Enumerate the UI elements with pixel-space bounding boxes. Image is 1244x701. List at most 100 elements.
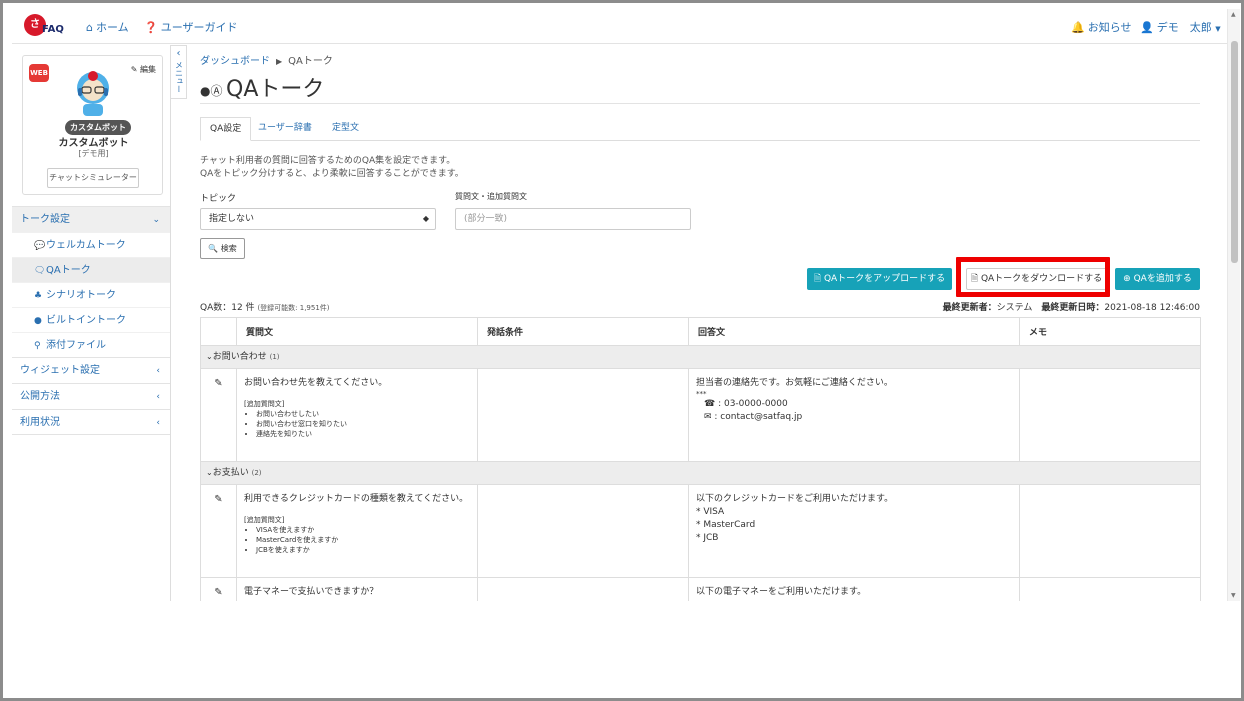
topic-group-cell: ⌄お問い合わせ (1): [200, 345, 1201, 369]
nav-guide-label: ユーザーガイド: [160, 21, 238, 34]
question-cell: お問い合わせ先を教えてください。 [追加質問文] お問い合わせしたいお問い合わせ…: [236, 368, 478, 462]
sidebar-item-attachments[interactable]: ⚲ 添付ファイル: [12, 332, 170, 357]
answer-line: ✉ : contact@satfaq.jp: [704, 412, 803, 422]
select-arrows-icon: ◆: [422, 214, 429, 223]
qa-table: 質問文 発話条件 回答文 メモ ⌄お問い合わせ (1) ✎ お問い合わせ先を教え…: [200, 317, 1201, 601]
caret-right-icon: ▶: [276, 57, 283, 66]
menu-section-publish[interactable]: 公開方法 ‹: [12, 383, 170, 409]
question-filter-label: 質問文・追加質問文: [455, 192, 527, 201]
sidebar-item-welcome-talk[interactable]: 💬ウェルカムトーク: [12, 232, 170, 257]
chevron-left-icon: ‹: [156, 366, 160, 376]
menu-section-label: 公開方法: [20, 391, 60, 402]
menu-section-label: ウィジェット設定: [20, 365, 100, 376]
sidebar-item-label: シナリオトーク: [46, 290, 116, 301]
sidebar-item-label: ビルトイントーク: [46, 315, 126, 326]
plus-circle-icon: ⊕: [1123, 274, 1131, 284]
edit-icon[interactable]: ✎: [214, 378, 222, 389]
breadcrumb-current: QAトーク: [288, 56, 333, 67]
answer-line: ☎ : 03-0000-0000: [704, 399, 788, 409]
user-menu[interactable]: 👤 デモ 太郎 ▼: [1140, 19, 1221, 35]
answer-line: * MasterCard: [696, 520, 756, 530]
question-cell: 利用できるクレジットカードの種類を教えてください。 [追加質問文] VISAを使…: [236, 484, 478, 578]
menu-section-usage[interactable]: 利用状況 ‹: [12, 409, 170, 435]
list-item: VISAを使えますか: [256, 525, 470, 535]
answer-line: * JCB: [696, 533, 719, 543]
nav-guide-link[interactable]: ❓ ユーザーガイド: [144, 19, 237, 35]
condition-cell: [477, 484, 689, 578]
sitemap-icon: ♣: [34, 291, 43, 301]
additional-questions: [追加質問文] お問い合わせしたいお問い合わせ窓口を知りたい連絡先を知りたい: [244, 399, 470, 439]
scroll-down-icon[interactable]: ▼: [1231, 592, 1236, 599]
notifications-link[interactable]: 🔔 お知らせ: [1071, 19, 1131, 35]
nav-home-link[interactable]: ⌂ ホーム: [86, 19, 129, 35]
question-cell: 電子マネーで支払いできますか？: [236, 577, 478, 601]
column-header-condition: 発話条件: [477, 317, 689, 346]
upload-qa-button[interactable]: 🗎 QAトークをアップロードする: [807, 268, 952, 290]
chat-simulator-button[interactable]: チャットシミュレーター: [47, 168, 139, 188]
tab-templates[interactable]: 定型文: [323, 117, 368, 141]
question-text: 電子マネーで支払いできますか？: [244, 587, 379, 597]
description-line: チャット利用者の質問に回答するためのQA集を設定できます。: [200, 156, 456, 166]
tab-bar: QA設定 ユーザー辞書 定型文: [200, 117, 1200, 141]
sidebar-item-qa-talk[interactable]: 🗨QAトーク: [12, 257, 170, 282]
top-navbar: さ FAQ ⌂ ホーム ❓ ユーザーガイド 🔔 お知らせ 👤 デモ 太郎 ▼: [12, 9, 1240, 44]
breadcrumb-dashboard-link[interactable]: ダッシュボード: [200, 56, 270, 67]
bot-subtitle: [デモ用]: [78, 149, 109, 158]
tab-user-dictionary[interactable]: ユーザー辞書: [249, 117, 321, 141]
edit-icon[interactable]: ✎: [214, 494, 222, 505]
list-item: MasterCardを使えますか: [256, 535, 470, 545]
chevron-left-icon: ‹: [176, 48, 181, 59]
edit-profile-link[interactable]: ✎ 編集: [131, 64, 156, 75]
table-row: ✎ 利用できるクレジットカードの種類を教えてください。 [追加質問文] VISA…: [200, 484, 1201, 578]
edit-icon[interactable]: ✎: [214, 587, 222, 598]
search-button[interactable]: 🔍 検索: [200, 238, 245, 259]
chevron-down-icon: ⌄: [206, 352, 213, 361]
column-header-answer: 回答文: [688, 317, 1020, 346]
menu-section-talk-settings[interactable]: トーク設定 ⌄: [12, 206, 170, 232]
vertical-scrollbar[interactable]: ▲ ▼: [1227, 9, 1240, 601]
chevron-left-icon: ‹: [156, 392, 160, 402]
qa-bubbles-icon: ●Ⓐ: [200, 83, 223, 98]
additional-label: [追加質問文]: [244, 400, 285, 408]
list-item: お問い合わせしたい: [256, 409, 470, 419]
add-qa-button[interactable]: ⊕ QAを追加する: [1115, 268, 1200, 290]
column-header-memo: メモ: [1019, 317, 1201, 346]
edit-label: 編集: [140, 65, 156, 74]
additional-label: [追加質問文]: [244, 516, 285, 524]
qa-count-text: QA数：12 件: [200, 303, 255, 313]
bot-name: カスタムボット: [58, 138, 129, 149]
topic-group-count: (1): [269, 353, 280, 361]
search-icon: 🔍: [208, 244, 219, 253]
menu-toggle-label: メニュー: [174, 61, 184, 93]
list-item: JCBを使えますか: [256, 545, 470, 555]
topic-group-row[interactable]: ⌄お問い合わせ (1): [200, 345, 1201, 369]
scrollbar-thumb[interactable]: [1231, 41, 1238, 263]
list-item: お問い合わせ窓口を知りたい: [256, 419, 470, 429]
memo-cell: [1019, 484, 1201, 578]
topic-group-row[interactable]: ⌄お支払い (2): [200, 461, 1201, 485]
paperclip-icon: ⚲: [34, 341, 41, 351]
answer-line: ***: [696, 390, 707, 398]
topic-select[interactable]: 指定しない ◆: [200, 208, 436, 230]
list-item: 連絡先を知りたい: [256, 429, 470, 439]
pencil-icon: ✎: [130, 65, 138, 74]
bot-avatar: [77, 71, 109, 116]
chevron-down-icon: ⌄: [152, 215, 160, 225]
topic-group-name: お問い合わせ: [212, 352, 267, 362]
answer-line: 担当者の連絡先です。お気軽にご連絡ください。: [696, 378, 893, 388]
app-logo[interactable]: さ FAQ: [24, 14, 72, 40]
menu-collapse-toggle[interactable]: ‹ メニュー: [171, 45, 187, 99]
answer-line: 以下の電子マネーをご利用いただけます。: [696, 587, 867, 597]
sidebar-item-scenario-talk[interactable]: ♣ シナリオトーク: [12, 282, 170, 307]
app-screen: さ FAQ ⌂ ホーム ❓ ユーザーガイド 🔔 お知らせ 👤 デモ 太郎 ▼ WEB ✎…: [12, 9, 1240, 601]
scroll-up-icon[interactable]: ▲: [1231, 11, 1236, 18]
sidebar-item-builtin-talk[interactable]: ● ビルトイントーク: [12, 307, 170, 332]
question-circle-icon: ❓: [144, 21, 158, 34]
menu-section-label: 利用状況: [20, 417, 60, 428]
menu-section-widget[interactable]: ウィジェット設定 ‹: [12, 357, 170, 383]
sidebar: WEB ✎ 編集 カスタムボット カスタムボット [デモ用] チャットシミュレー…: [12, 45, 171, 601]
qa-icon: 🗨: [34, 266, 46, 276]
question-search-input[interactable]: (部分一致): [455, 208, 691, 230]
tab-qa-settings[interactable]: QA設定: [200, 117, 252, 141]
chevron-left-icon: ‹: [156, 418, 160, 428]
